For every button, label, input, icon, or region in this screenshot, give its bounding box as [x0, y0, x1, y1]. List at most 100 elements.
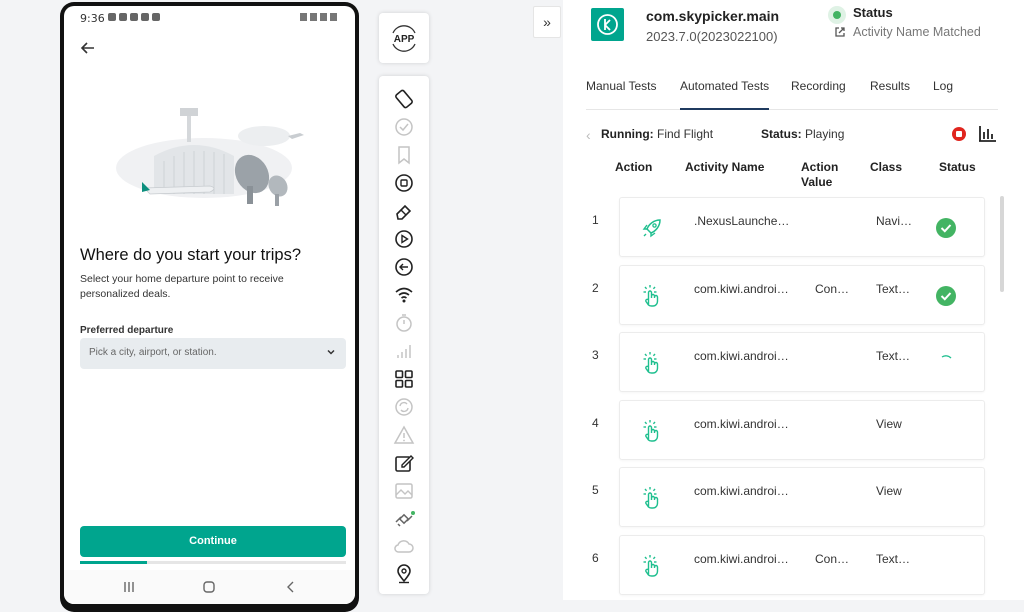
back-arrow-icon[interactable] — [78, 38, 98, 58]
stop-icon[interactable] — [952, 127, 966, 141]
row-number: 6 — [592, 551, 599, 565]
tap-icon — [640, 284, 664, 308]
sync-icon[interactable] — [393, 396, 415, 418]
tab-manual-tests[interactable]: Manual Tests — [586, 79, 656, 93]
activity-name: com.kiwi.androi… — [694, 484, 789, 498]
bar-chart-icon[interactable] — [978, 126, 996, 142]
double-chevron-right-icon: » — [543, 14, 551, 30]
airport-illustration — [116, 108, 304, 206]
step-row[interactable]: com.kiwi.androi… View — [619, 400, 985, 460]
device-frame: 9:36 Where do you start your trips? Sele… — [60, 2, 359, 612]
step-row[interactable]: com.kiwi.androi… Con… Text… — [619, 535, 985, 595]
check-circle-icon[interactable] — [393, 116, 415, 138]
step-row[interactable]: com.kiwi.androi… View — [619, 467, 985, 527]
system-status-icons — [300, 13, 337, 21]
run-status: Status: Playing — [761, 127, 845, 141]
running-bar: ‹ Running: Find Flight Status: Playing — [586, 126, 1006, 145]
tap-icon — [640, 554, 664, 578]
eraser-icon[interactable] — [393, 200, 415, 222]
external-link-icon[interactable] — [834, 26, 846, 38]
step-row[interactable]: com.kiwi.androi… Con… Text… — [619, 265, 985, 325]
col-header-action-value: Action Value — [801, 160, 839, 189]
status-title: Status — [853, 5, 893, 20]
onboarding-subtitle: Select your home departure point to rece… — [80, 273, 284, 300]
class-name: Navi… — [876, 214, 913, 228]
activity-name: .NexusLaunche… — [694, 214, 790, 228]
back-nav-icon[interactable] — [284, 580, 298, 594]
app-button-label: APP — [394, 34, 415, 45]
class-name: Text… — [876, 349, 911, 363]
test-panel: com.skypicker.main 2023.7.0(2023022100) … — [563, 0, 1024, 600]
tab-recording[interactable]: Recording — [791, 79, 846, 93]
tab-log[interactable]: Log — [933, 79, 953, 93]
row-number: 1 — [592, 213, 599, 227]
departure-select[interactable]: Pick a city, airport, or station. — [80, 338, 346, 369]
row-number: 5 — [592, 483, 599, 497]
cloud-icon[interactable] — [393, 536, 415, 558]
class-name: Text… — [876, 552, 911, 566]
class-name: View — [876, 484, 902, 498]
notification-icons — [108, 13, 160, 21]
col-header-class: Class — [870, 160, 903, 174]
class-name: Text… — [876, 282, 911, 296]
col-header-action: Action — [615, 160, 653, 174]
wifi-icon[interactable] — [393, 284, 415, 306]
back-icon[interactable] — [393, 256, 415, 278]
running-test-name: Find Flight — [657, 127, 714, 141]
chevron-left-icon[interactable]: ‹ — [586, 127, 591, 143]
row-number: 3 — [592, 348, 599, 362]
rotate-icon[interactable] — [393, 88, 415, 110]
departure-label: Preferred departure — [80, 325, 174, 336]
recents-icon[interactable] — [122, 580, 136, 594]
step-row[interactable]: .NexusLaunche… Navi… — [619, 197, 985, 257]
play-icon[interactable] — [393, 228, 415, 250]
status-empty — [936, 556, 956, 576]
bookmark-icon[interactable] — [393, 144, 415, 166]
status-indicator-icon — [828, 6, 846, 24]
warning-icon[interactable] — [393, 424, 415, 446]
col-header-status: Status — [939, 160, 976, 174]
edit-icon[interactable] — [393, 452, 415, 474]
android-status-bar: 9:36 — [64, 6, 355, 28]
tab-bar: Manual Tests Automated Tests Recording R… — [586, 70, 998, 110]
app-package-name: com.skypicker.main — [646, 8, 780, 24]
run-status-value: Playing — [805, 127, 845, 141]
tool-strip — [379, 76, 429, 594]
check-circle-icon — [936, 286, 956, 306]
signal-icon[interactable] — [393, 340, 415, 362]
timer-icon[interactable] — [393, 312, 415, 334]
grid-icon[interactable] — [393, 368, 415, 390]
row-number: 4 — [592, 416, 599, 430]
departure-placeholder: Pick a city, airport, or station. — [89, 347, 217, 358]
activity-name: com.kiwi.androi… — [694, 417, 789, 431]
onboarding-title: Where do you start your trips? — [80, 246, 302, 264]
image-icon[interactable] — [393, 480, 415, 502]
tab-automated-tests[interactable]: Automated Tests — [680, 79, 770, 110]
continue-button[interactable]: Continue — [80, 526, 346, 557]
status-empty — [936, 421, 956, 441]
class-name: View — [876, 417, 902, 431]
location-icon[interactable] — [393, 562, 415, 584]
rocket-icon — [640, 216, 664, 240]
expand-panel-button[interactable]: » — [533, 6, 561, 38]
onboarding-progress — [80, 561, 346, 564]
app-icon: APP — [392, 25, 416, 52]
activity-name: com.kiwi.androi… — [694, 349, 789, 363]
status-time: 9:36 — [80, 12, 105, 25]
app-button[interactable]: APP — [379, 13, 429, 63]
running-label: Running: Find Flight — [601, 127, 714, 141]
tap-icon — [640, 351, 664, 375]
tap-icon — [640, 419, 664, 443]
action-value: Con… — [815, 552, 850, 566]
activity-name: com.kiwi.androi… — [694, 552, 789, 566]
tab-results[interactable]: Results — [870, 79, 910, 93]
android-nav-bar — [64, 570, 355, 604]
chevron-down-icon — [327, 349, 335, 355]
loading-spinner-icon — [936, 353, 956, 373]
step-row[interactable]: com.kiwi.androi… Text… — [619, 332, 985, 392]
scrollbar[interactable] — [1000, 196, 1004, 292]
home-icon[interactable] — [202, 580, 216, 594]
satellite-icon[interactable] — [393, 508, 415, 530]
device-screen[interactable]: 9:36 Where do you start your trips? Sele… — [64, 6, 355, 604]
record-icon[interactable] — [393, 172, 415, 194]
